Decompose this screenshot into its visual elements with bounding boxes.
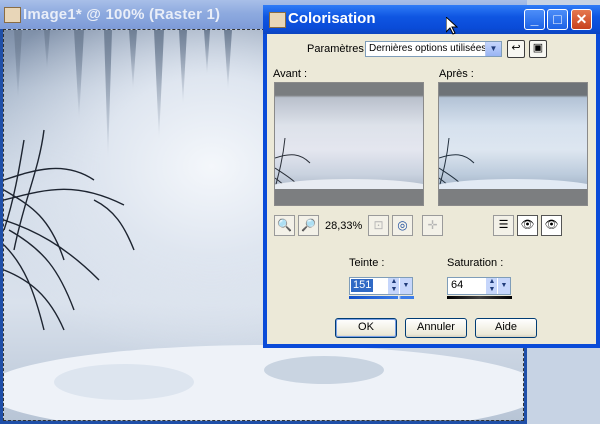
fit-window-button[interactable]: ⊡ — [368, 215, 389, 236]
list-icon: ☰ — [498, 219, 509, 231]
image-window-title: Image1* @ 100% (Raster 1) — [23, 6, 221, 23]
app-icon — [269, 12, 286, 28]
reset-arrow-icon: ↩ — [511, 42, 521, 54]
parametres-value: Dernières options utilisées — [369, 43, 487, 54]
image-icon — [4, 7, 21, 23]
apres-label: Après : — [439, 68, 474, 80]
dialog-client: Paramètres : Dernières options utilisées… — [267, 34, 596, 344]
save-preset-button[interactable]: ▣ — [529, 40, 547, 58]
preview-before-strip — [275, 189, 423, 205]
eye-icon: 👁 — [544, 219, 559, 231]
colorisation-dialog: Colorisation _ □ ✕ Paramètres : Dernière… — [263, 5, 600, 348]
preview-before[interactable] — [274, 82, 424, 206]
preview-after[interactable] — [438, 82, 588, 206]
help-button[interactable]: Aide — [475, 318, 537, 338]
close-button[interactable]: ✕ — [571, 9, 592, 30]
saturation-label: Saturation : — [447, 257, 504, 269]
maximize-button[interactable]: □ — [547, 9, 568, 30]
zoom-out-icon: 🔍 — [277, 218, 292, 232]
chevron-down-icon[interactable]: ▼ — [485, 42, 501, 56]
zoom-reset-icon: ◎ — [397, 218, 408, 232]
teinte-slider[interactable] — [349, 296, 414, 299]
zoom-level: 28,33% — [325, 220, 363, 232]
saturation-value: 64 — [451, 279, 464, 291]
zoom-reset-button[interactable]: ◎ — [392, 215, 413, 236]
zoom-in-button[interactable]: 🔎 — [298, 215, 319, 236]
preview-after-image — [439, 137, 587, 205]
mouse-cursor-icon — [446, 17, 458, 35]
cancel-button[interactable]: Annuler — [405, 318, 467, 338]
avant-label: Avant : — [273, 68, 308, 80]
teinte-input[interactable]: 151 ▲ ▼ ▼ — [349, 277, 413, 295]
pan-button[interactable]: ✛ — [422, 215, 443, 236]
saturation-dropdown-icon[interactable]: ▼ — [497, 278, 510, 294]
toggle-preview-button[interactable]: ☰ — [493, 215, 514, 236]
fit-window-icon: ⊡ — [373, 218, 384, 232]
ok-button[interactable]: OK — [335, 318, 397, 338]
saturation-slider[interactable] — [447, 296, 512, 299]
save-icon: ▣ — [532, 42, 544, 54]
move-icon: ✛ — [427, 218, 438, 232]
proof-button[interactable]: 👁 — [517, 215, 538, 236]
parametres-combo[interactable]: Dernières options utilisées ▼ — [365, 41, 502, 57]
reset-button[interactable]: ↩ — [507, 40, 525, 58]
saturation-input[interactable]: 64 ▲ ▼ ▼ — [447, 277, 511, 295]
teinte-dropdown-icon[interactable]: ▼ — [399, 278, 412, 294]
dialog-titlebar[interactable]: Colorisation _ □ ✕ — [263, 5, 600, 34]
teinte-value: 151 — [351, 279, 374, 292]
teinte-label: Teinte : — [349, 257, 385, 269]
parametres-label: Paramètres : — [307, 43, 370, 55]
auto-proof-button[interactable]: 👁 — [541, 215, 562, 236]
zoom-in-icon: 🔎 — [301, 218, 316, 232]
eye-lock-icon: 👁 — [520, 219, 535, 231]
preview-before-image — [275, 137, 423, 205]
minimize-button[interactable]: _ — [524, 9, 545, 30]
zoom-out-button[interactable]: 🔍 — [274, 215, 295, 236]
preview-after-strip — [439, 189, 587, 205]
dialog-title: Colorisation — [288, 10, 376, 27]
